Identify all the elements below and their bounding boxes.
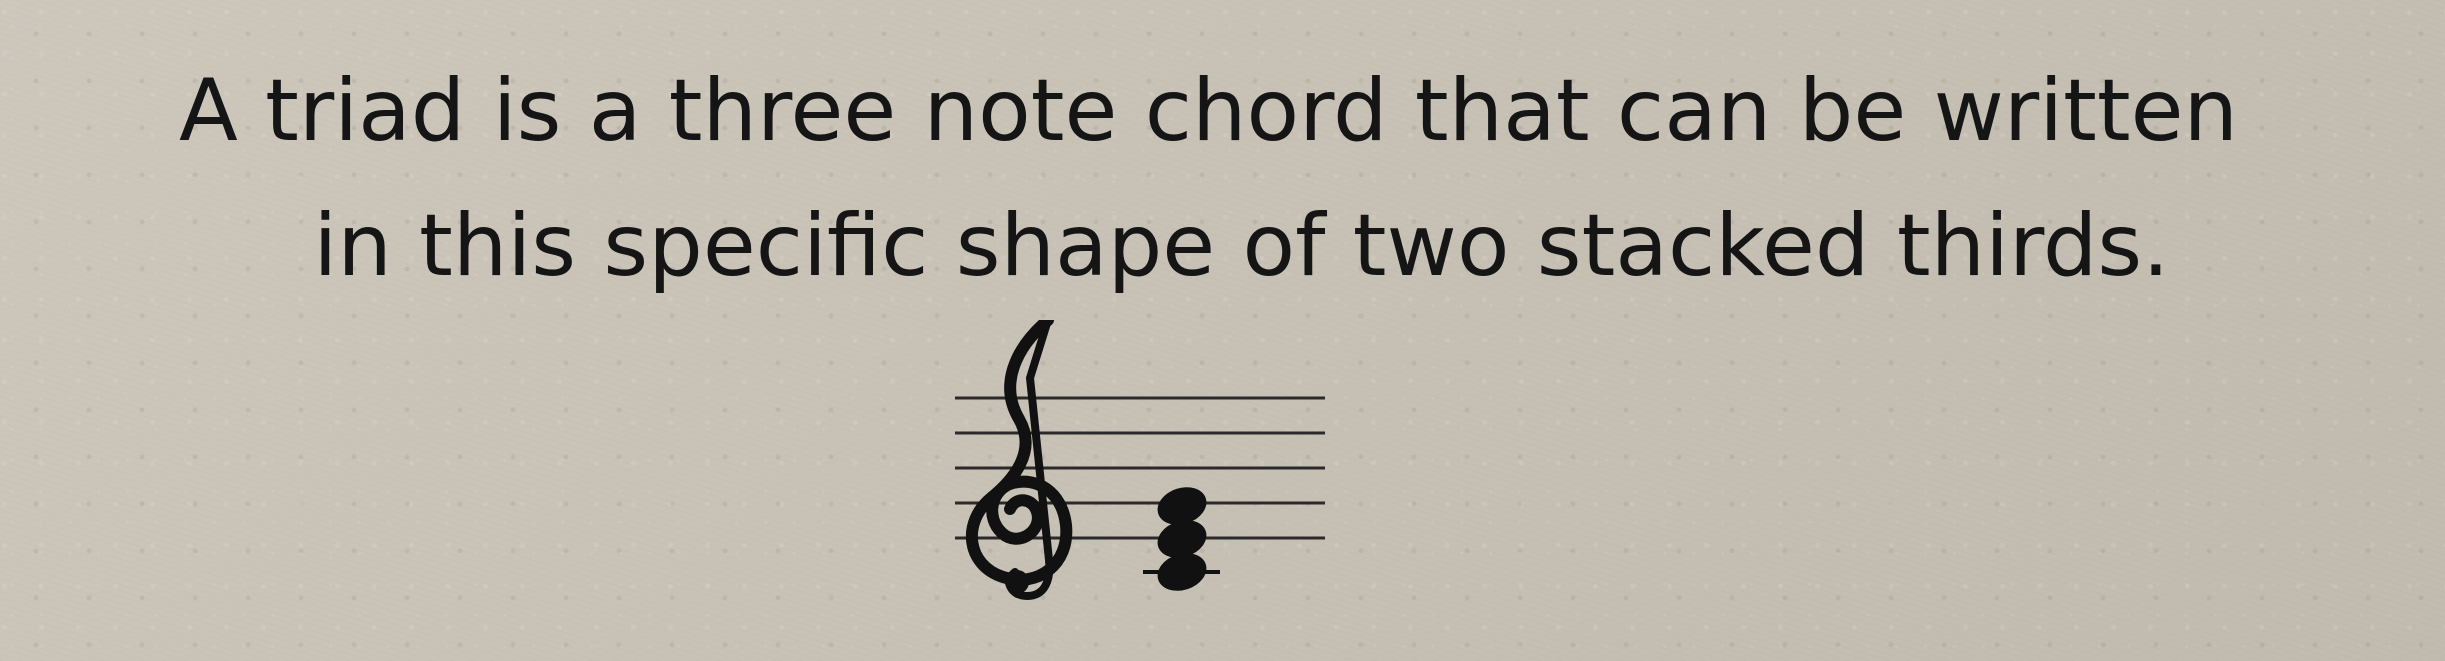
lesson-caption: A triad is a three note chord that can b… <box>0 44 2445 314</box>
caption-line-2: in this specific shape of two stacked th… <box>313 196 2170 296</box>
staff-lines <box>955 396 1325 540</box>
treble-clef-icon <box>965 320 1073 600</box>
music-staff <box>955 320 1325 600</box>
whole-note-icon <box>1157 553 1207 591</box>
caption-line-1: A triad is a three note chord that can b… <box>178 61 2239 161</box>
